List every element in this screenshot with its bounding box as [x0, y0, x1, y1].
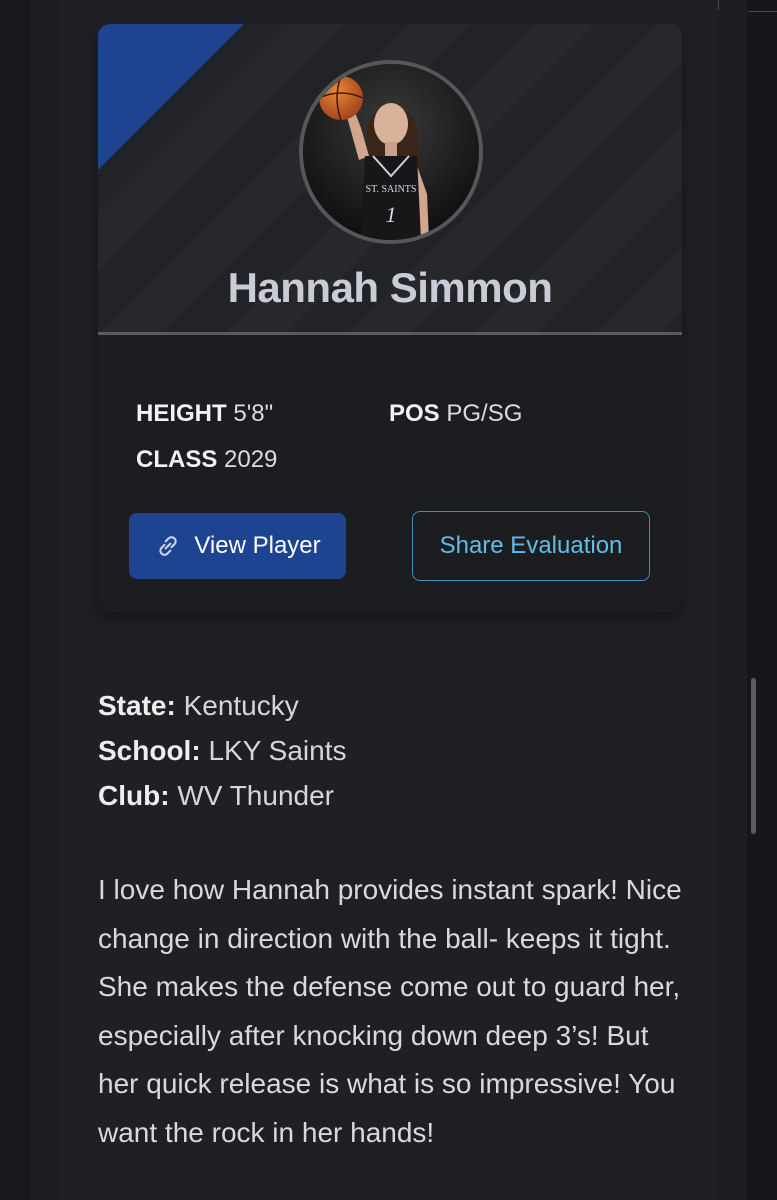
- stat-value-height: 5'8": [233, 400, 274, 427]
- detail-value-club: WV Thunder: [177, 780, 334, 811]
- stat-height: HEIGHT 5'8": [136, 400, 273, 428]
- stat-class: CLASS 2029: [136, 446, 277, 474]
- detail-label-school: School:: [98, 735, 201, 766]
- stat-position: POS PG/SG: [389, 400, 522, 428]
- corner-accent: [98, 24, 244, 170]
- jersey-number: 1: [386, 202, 397, 227]
- stat-value-class: 2029: [224, 446, 278, 473]
- stat-label-height: HEIGHT: [136, 400, 227, 427]
- player-card: ST. SAINTS 1 Hannah Simmon HEIGHT 5'8" P…: [98, 24, 682, 612]
- player-name: Hannah Simmon: [227, 264, 553, 311]
- detail-label-club: Club:: [98, 780, 170, 811]
- view-player-button[interactable]: View Player: [129, 513, 346, 579]
- link-icon: [159, 536, 178, 556]
- detail-label-state: State:: [98, 690, 176, 721]
- player-photo: ST. SAINTS 1: [303, 64, 479, 240]
- share-evaluation-label: Share Evaluation: [439, 532, 623, 559]
- stat-label-class: CLASS: [136, 446, 218, 473]
- view-player-label: View Player: [194, 532, 321, 559]
- detail-value-state: Kentucky: [183, 690, 299, 721]
- top-rule: [748, 0, 777, 12]
- right-gutter: [747, 0, 777, 1200]
- share-evaluation-button[interactable]: Share Evaluation: [412, 511, 650, 581]
- left-gutter: [0, 0, 30, 1200]
- scrollbar-thumb[interactable]: [751, 678, 756, 834]
- card-divider: [98, 332, 682, 335]
- stat-label-position: POS: [389, 400, 440, 427]
- top-tick: [718, 0, 719, 10]
- jersey-text: ST. SAINTS: [366, 184, 417, 195]
- detail-school: School: LKY Saints: [98, 735, 346, 767]
- stat-value-position: PG/SG: [446, 400, 523, 427]
- detail-club: Club: WV Thunder: [98, 780, 334, 812]
- detail-value-school: LKY Saints: [208, 735, 347, 766]
- detail-state: State: Kentucky: [98, 690, 299, 722]
- player-avatar: ST. SAINTS 1: [299, 60, 483, 244]
- evaluation-text: I love how Hannah provides instant spark…: [98, 874, 682, 1148]
